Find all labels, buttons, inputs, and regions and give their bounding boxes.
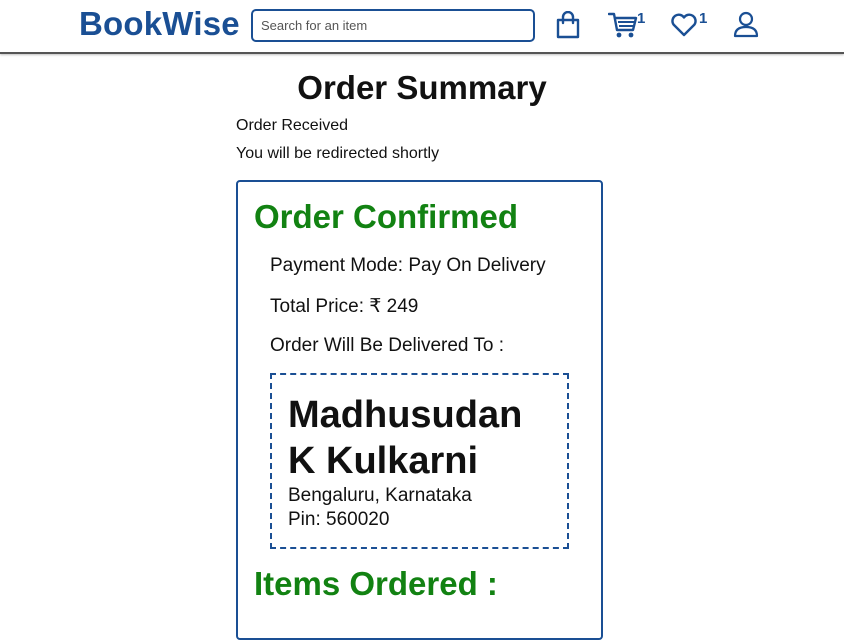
cart-count-badge: 1 (637, 10, 646, 27)
shopping-bag-icon[interactable] (555, 11, 581, 39)
recipient-name: Madhusudan K Kulkarni (288, 394, 523, 482)
heart-icon[interactable] (670, 13, 698, 37)
brand-logo[interactable]: BookWise (79, 5, 240, 43)
cart-icon[interactable] (608, 11, 638, 39)
user-icon[interactable] (733, 11, 759, 39)
top-header: BookWise 1 1 (0, 0, 844, 54)
search-input[interactable] (251, 9, 535, 42)
address-pin: Pin: 560020 (288, 509, 390, 530)
page-title: Order Summary (297, 69, 547, 106)
redirect-notice: You will be redirected shortly (236, 145, 440, 162)
wishlist-count-badge: 1 (699, 10, 708, 27)
address-city-state: Bengaluru, Karnataka (288, 485, 472, 506)
total-price: Total Price: ₹ 249 (270, 296, 419, 317)
payment-mode: Payment Mode: Pay On Delivery (270, 255, 546, 276)
order-confirmed-heading: Order Confirmed (254, 198, 519, 235)
items-ordered-heading: Items Ordered : (254, 565, 498, 602)
order-status-text: Order Received (236, 117, 349, 134)
delivery-label: Order Will Be Delivered To : (270, 335, 505, 356)
